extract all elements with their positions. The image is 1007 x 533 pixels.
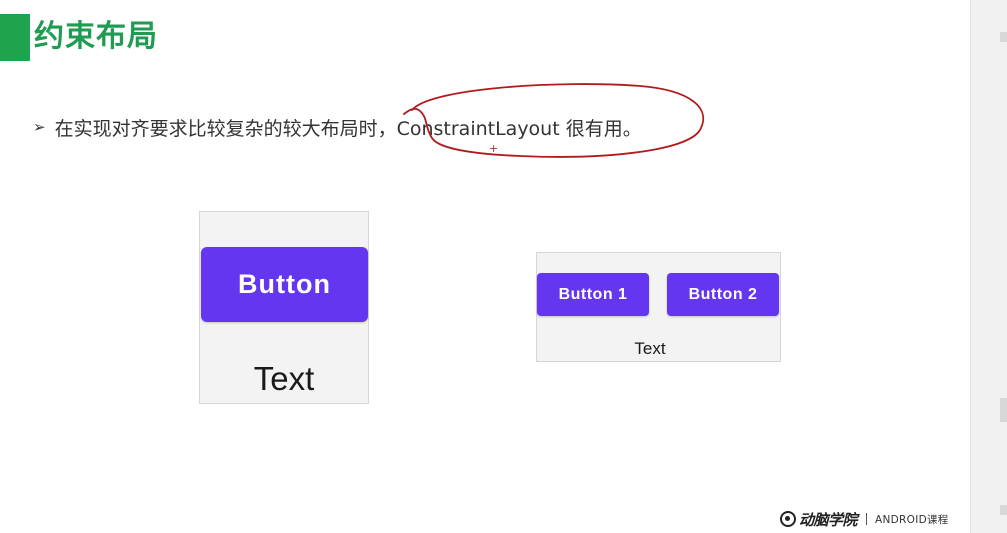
- example-text: Text: [253, 360, 315, 397]
- footer-branding: 动脑学院 ANDROID课程: [780, 508, 949, 530]
- course-label: ANDROID课程: [875, 513, 949, 526]
- rail-marker: [1000, 505, 1007, 515]
- logo-icon: [780, 511, 796, 527]
- example-button[interactable]: Button: [201, 247, 368, 322]
- slide: 约束布局 ➢ 在实现对齐要求比较复杂的较大布局时，ConstraintLayou…: [0, 0, 970, 533]
- rail-marker: [1000, 32, 1007, 42]
- example-button-2[interactable]: Button 2: [667, 273, 779, 316]
- example-double-layout: Button 1 Button 2 Text: [536, 252, 781, 362]
- logo-text: 动脑学院: [799, 510, 858, 529]
- scroll-thumb[interactable]: [1000, 398, 1007, 422]
- cursor-crosshair-icon: +: [489, 142, 499, 155]
- right-scroll-rail[interactable]: [970, 0, 1007, 533]
- example-button-1[interactable]: Button 1: [537, 273, 649, 316]
- example-text-small: Text: [634, 339, 666, 358]
- red-circle-annotation: [403, 83, 705, 158]
- footer-divider: [866, 513, 868, 525]
- example-single-layout: Button Text: [199, 211, 369, 404]
